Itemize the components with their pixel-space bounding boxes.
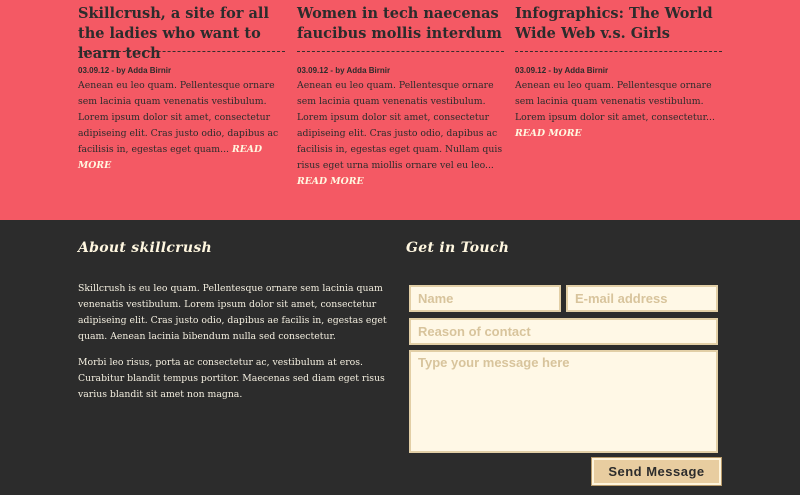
blog-post: Women in tech naecenas faucibus mollis i… [297, 0, 507, 190]
contact-heading: Get in Touch [406, 240, 510, 256]
email-field[interactable] [566, 285, 718, 312]
about-text: Skillcrush is eu leo quam. Pellentesque … [78, 281, 388, 413]
blog-section: Skillcrush, a site for all the ladies wh… [0, 0, 800, 220]
read-more-link[interactable]: READ MORE [515, 128, 582, 139]
reason-field[interactable] [409, 318, 718, 345]
post-meta: 03.09.12 - by Adda Birnir [515, 66, 609, 75]
post-divider [297, 51, 504, 52]
read-more-link[interactable]: READ MORE [297, 176, 364, 187]
blog-post: Infographics: The World Wide Web v.s. Gi… [515, 0, 725, 142]
post-meta: 03.09.12 - by Adda Birnir [297, 66, 391, 75]
post-excerpt: Aenean eu leo quam. Pellentesque ornare … [78, 78, 288, 174]
about-heading: About skillcrush [78, 240, 212, 256]
send-message-button[interactable]: Send Message [592, 458, 721, 485]
name-field[interactable] [409, 285, 561, 312]
post-excerpt: Aenean eu leo quam. Pellentesque ornare … [297, 78, 507, 190]
post-excerpt: Aenean eu leo quam. Pellentesque ornare … [515, 78, 725, 142]
post-divider [515, 51, 722, 52]
about-paragraph: Skillcrush is eu leo quam. Pellentesque … [78, 283, 387, 342]
post-meta: 03.09.12 - by Adda Birnir [78, 66, 172, 75]
blog-post: Skillcrush, a site for all the ladies wh… [78, 0, 288, 174]
message-field[interactable] [409, 350, 718, 453]
post-title[interactable]: Infographics: The World Wide Web v.s. Gi… [515, 0, 725, 44]
about-paragraph: Morbi leo risus, porta ac consectetur ac… [78, 357, 385, 400]
post-title[interactable]: Skillcrush, a site for all the ladies wh… [78, 0, 288, 62]
post-excerpt-text: Aenean eu leo quam. Pellentesque ornare … [297, 80, 503, 171]
post-excerpt-text: Aenean eu leo quam. Pellentesque ornare … [515, 80, 715, 123]
post-title[interactable]: Women in tech naecenas faucibus mollis i… [297, 0, 507, 44]
